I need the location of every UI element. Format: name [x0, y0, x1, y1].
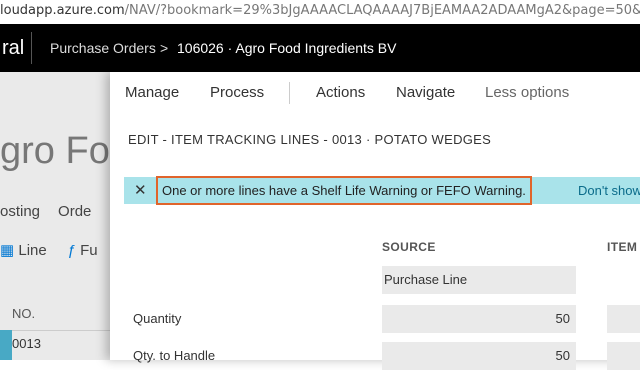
brand-divider [31, 32, 32, 64]
url-path: /NAV/?bookmark=29%3bJgAAAACLAQAAAAJ7BjEA… [124, 3, 640, 18]
background-page-title: gro Fo [0, 130, 110, 172]
breadcrumb-purchase-orders[interactable]: Purchase Orders [50, 24, 156, 72]
qty-to-handle-label: Qty. to Handle [133, 348, 216, 363]
dont-show-again-link[interactable]: Don't show t [578, 177, 640, 204]
background-action-tabs: osting Orde [0, 203, 109, 220]
menu-process[interactable]: Process [210, 72, 264, 114]
column-header-source: SOURCE [382, 240, 436, 254]
row-divider [0, 330, 110, 331]
panel-action-bar: Manage Process Actions Navigate Less opt… [110, 72, 640, 114]
background-lines-toolbar: ▦ Line ƒ Fu [0, 241, 98, 259]
notification-message: One or more lines have a Shelf Life Warn… [156, 176, 532, 205]
app-top-bar: ral Purchase Orders > 106026 · Agro Food… [0, 24, 640, 72]
notification-bar: ✕ One or more lines have a Shelf Life Wa… [124, 176, 640, 205]
quantity-item-field [607, 305, 640, 333]
background-column-no: NO. [12, 306, 36, 321]
tab-order[interactable]: Orde [58, 203, 91, 220]
functions-menu-button[interactable]: Fu [80, 242, 98, 259]
qty-to-handle-item-field [607, 342, 640, 370]
action-bar-divider [289, 82, 290, 104]
quantity-source-field: 50 [382, 305, 576, 333]
browser-url-bar[interactable]: loudapp.azure.com/NAV/?bookmark=29%3bJgA… [0, 0, 640, 24]
column-header-item: ITEM [607, 240, 638, 254]
menu-navigate[interactable]: Navigate [396, 72, 455, 114]
breadcrumb-chevron-icon: > [160, 40, 169, 56]
page-caption: EDIT - ITEM TRACKING LINES - 0013 · POTA… [128, 132, 492, 147]
function-icon: ƒ [67, 242, 76, 259]
line-menu-button[interactable]: Line [18, 242, 46, 259]
less-options-button[interactable]: Less options [485, 72, 569, 114]
menu-actions[interactable]: Actions [316, 72, 365, 114]
close-icon[interactable]: ✕ [134, 177, 147, 204]
tab-posting[interactable]: osting [0, 203, 40, 220]
url-host: loudapp.azure.com [0, 3, 125, 18]
grid-icon: ▦ [0, 242, 15, 259]
selected-row-indicator [0, 330, 12, 360]
source-type-field: Purchase Line [382, 266, 576, 294]
background-row-no-cell[interactable]: 0013 [12, 336, 41, 351]
item-tracking-lines-panel: Manage Process Actions Navigate Less opt… [110, 72, 640, 370]
breadcrumb-current-order: 106026 · Agro Food Ingredients BV [177, 40, 397, 56]
app-brand[interactable]: ral [0, 24, 24, 72]
qty-to-handle-source-field: 50 [382, 342, 576, 370]
menu-manage[interactable]: Manage [125, 72, 179, 114]
quantity-label: Quantity [133, 311, 182, 326]
